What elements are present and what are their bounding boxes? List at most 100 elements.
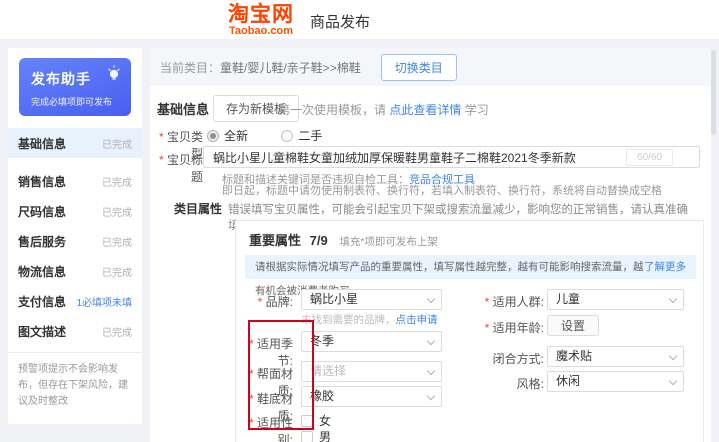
radio-new-label: 全新 [224,129,248,143]
brand-select[interactable]: 蜗比小星 [301,289,442,310]
upper-material-placeholder: 请选择 [310,364,346,378]
chevron-down-icon [669,352,677,360]
learn-more-link[interactable]: 了解更多 [644,255,686,279]
important-attrs-header: 重要属性 7/9 填充*项即可发布上架 [249,230,438,249]
radio-new[interactable]: 全新 [207,129,248,143]
item-type-options: 全新 二手 [207,127,322,144]
closure-select[interactable]: 魔术贴 [547,346,684,367]
template-tip: 第一次使用模板，请 点此查看详情 学习 [278,101,489,118]
chevron-down-icon [427,392,435,400]
current-category-bar: 当前类目： 童鞋/婴儿鞋/亲子鞋>>棉鞋 切换类目 [150,48,711,86]
style-label: 风格: [469,375,544,392]
attrs-subtitle: 填充*项即可发布上架 [339,236,438,248]
crowd-select[interactable]: 儿童 [547,289,684,310]
gender-option-female[interactable]: 女 [301,412,331,429]
chevron-down-icon [427,295,435,303]
checkbox-unchecked-icon [301,415,313,427]
radio-used-label: 二手 [298,129,322,143]
attrs-notice-bar: 了解更多 请根据实际情况填写产品的重要属性，填写属性越完整，越有可能影响搜索流量… [245,255,696,279]
closure-value: 魔术贴 [556,349,592,363]
sidebar: 发布助手 完成必填项即可发布 基础信息 已完成 销售信息 已完成 尺码信息 已完… [8,48,142,424]
important-attrs-panel: 重要属性 7/9 填充*项即可发布上架 了解更多 请根据实际情况填写产品的重要属… [235,220,704,442]
sidebar-item-label: 支付信息 [18,293,66,310]
age-label: 适用年龄: [469,319,544,336]
assistant-subtitle: 完成必填项即可发布 [31,95,112,108]
radio-unchecked-icon [281,130,293,142]
closure-label: 闭合方式: [469,350,544,367]
app-header: 淘宝网 Taobao.com 商品发布 [0,0,719,40]
sidebar-item-label: 图文描述 [18,323,66,340]
status-badge: 已完成 [102,264,132,279]
logo-cn-text: 淘宝网 [228,4,294,25]
sidebar-item-label: 物流信息 [18,263,66,280]
section-title: 基础信息 [157,99,209,118]
status-badge: 已完成 [102,174,132,189]
important-attrs-title: 重要属性 [249,233,301,248]
crowd-label: 适用人群: [469,293,544,310]
sidebar-item-payment[interactable]: 支付信息 1必填项未填 [8,286,142,316]
status-badge: 已完成 [102,204,132,219]
logo-en-text: Taobao.com [228,26,294,37]
sidebar-item-label: 售后服务 [18,233,66,250]
gender-male-label: 男 [319,430,331,442]
style-select[interactable]: 休闲 [547,371,684,392]
template-tip-suffix: 学习 [461,103,488,117]
sidebar-item-description[interactable]: 图文描述 已完成 [8,316,142,346]
sidebar-item-label: 尺码信息 [18,203,66,220]
season-select[interactable]: 冬季 [301,331,442,352]
upper-material-select[interactable]: 请选择 [301,361,442,382]
page-title: 商品发布 [310,11,370,32]
publish-assistant-card: 发布助手 完成必填项即可发布 [19,58,131,116]
status-badge-unfilled: 1必填项未填 [76,294,132,309]
attrs-progress: 7/9 [310,233,328,248]
scrollbar-thumb[interactable] [711,50,716,135]
category-attr-label: 类目属性 [150,200,222,217]
switch-category-button[interactable]: 切换类目 [381,54,457,81]
brand-apply-link[interactable]: 点击申请 [396,314,438,326]
sidebar-item-label: 基础信息 [18,135,66,152]
title-format-tip: 即日起，标题中请勿使用制表符、换行符，若填入制表符、换行符，系统将自动替换成空格 [222,182,662,198]
sidebar-item-logistics[interactable]: 物流信息 已完成 [8,256,142,286]
basic-info-section: 基础信息 存为新模板 第一次使用模板，请 点此查看详情 学习 宝贝类型 全新 二… [150,86,711,442]
category-value: 童鞋/婴儿鞋/亲子鞋>>棉鞋 [220,59,361,76]
crowd-value: 儿童 [556,292,580,306]
sidebar-item-basic-info[interactable]: 基础信息 已完成 [8,128,142,158]
item-title-label: 宝贝标题 [150,151,203,185]
chevron-down-icon [669,295,677,303]
sidebar-item-size-info[interactable]: 尺码信息 已完成 [8,196,142,226]
chevron-down-icon [427,367,435,375]
sidebar-item-label: 销售信息 [18,173,66,190]
status-badge: 已完成 [102,136,132,151]
chevron-down-icon [669,377,677,385]
season-label: 适用季节: [236,335,293,369]
style-value: 休闲 [556,374,580,388]
gender-female-label: 女 [319,414,331,428]
sidebar-item-sales-info[interactable]: 销售信息 已完成 [8,166,142,196]
title-char-counter: 60/60 [626,149,673,166]
brand-helper-text: 未找到需要的品牌， [301,314,396,326]
season-value: 冬季 [310,334,334,348]
lightbulb-icon [105,65,123,88]
brand-value: 蜗比小星 [310,292,358,306]
brand-helper: 未找到需要的品牌，点击申请 [301,312,438,327]
age-set-button[interactable]: 设置 [547,315,599,336]
category-label: 当前类目： [160,59,220,76]
gender-option-male[interactable]: 男 [301,428,331,442]
taobao-logo[interactable]: 淘宝网 Taobao.com [228,4,294,37]
radio-used[interactable]: 二手 [281,129,322,143]
radio-checked-icon [207,130,219,142]
gender-label: 适用性别: [236,414,293,442]
sole-material-value: 橡胶 [310,389,334,403]
status-badge: 已完成 [102,324,132,339]
template-tip-prefix: 第一次使用模板，请 [278,103,389,117]
product-publish-page: 淘宝网 Taobao.com 商品发布 发布助手 完成必填项即可发布 基础信息 [0,0,719,442]
checkbox-unchecked-icon [301,431,313,442]
warning-note: 预警项提示不会影响发布，但存在下架风险，建议及时整改 [8,352,142,422]
sidebar-item-after-sales[interactable]: 售后服务 已完成 [8,226,142,256]
sole-material-select[interactable]: 橡胶 [301,386,442,407]
sidebar-menu: 基础信息 已完成 销售信息 已完成 尺码信息 已完成 售后服务 已完成 物流信息… [8,128,142,346]
status-badge: 已完成 [102,234,132,249]
template-tip-link[interactable]: 点此查看详情 [389,103,461,117]
brand-label: 品牌: [236,293,293,310]
chevron-down-icon [427,337,435,345]
